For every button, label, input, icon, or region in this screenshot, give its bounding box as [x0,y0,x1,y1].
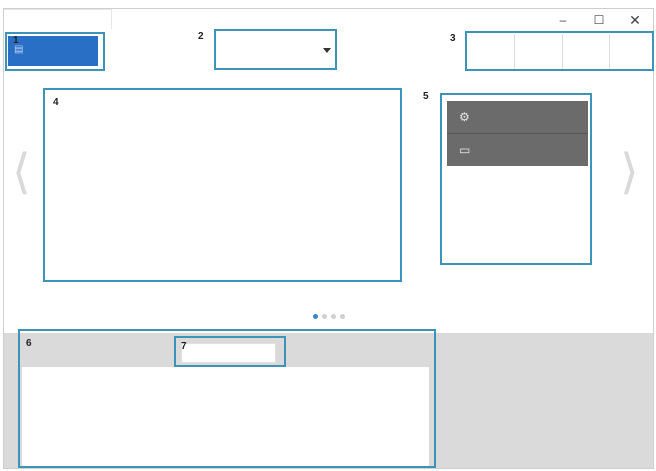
carousel-prev-button[interactable]: ⟨ [12,148,31,196]
close-button[interactable]: ✕ [617,10,653,30]
callout-number-3: 3 [450,33,456,44]
title-tab [4,9,112,29]
callout-box-3 [465,31,654,71]
carousel-dot[interactable] [313,314,318,319]
maximize-icon: ☐ [593,13,605,27]
carousel-next-button[interactable]: ⟩ [620,148,639,196]
callout-number-6: 6 [26,338,32,349]
window-icon: ▭ [459,143,471,157]
language-dropdown[interactable] [214,29,337,70]
callout-number-4: 4 [53,97,59,108]
side-menu-item-2[interactable]: ▭ [447,134,588,166]
main-content-panel [43,88,402,282]
callout-number-1: 1 [13,35,19,46]
settings-icon: ⚙ [459,110,470,124]
callout-number-2: 2 [198,31,204,42]
side-menu-item-1[interactable]: ⚙ [447,101,588,133]
close-icon: ✕ [629,11,641,28]
callout-box-1 [5,32,105,71]
minimize-icon: – [559,13,567,27]
chevron-down-icon [323,48,331,53]
minimize-button[interactable]: – [545,10,581,30]
callout-number-5: 5 [423,91,429,102]
carousel-dot[interactable] [340,314,345,319]
callout-box-7 [174,336,286,367]
carousel-dot[interactable] [322,314,327,319]
callout-number-7: 7 [181,341,187,352]
carousel-dot[interactable] [331,314,336,319]
maximize-button[interactable]: ☐ [581,10,617,30]
